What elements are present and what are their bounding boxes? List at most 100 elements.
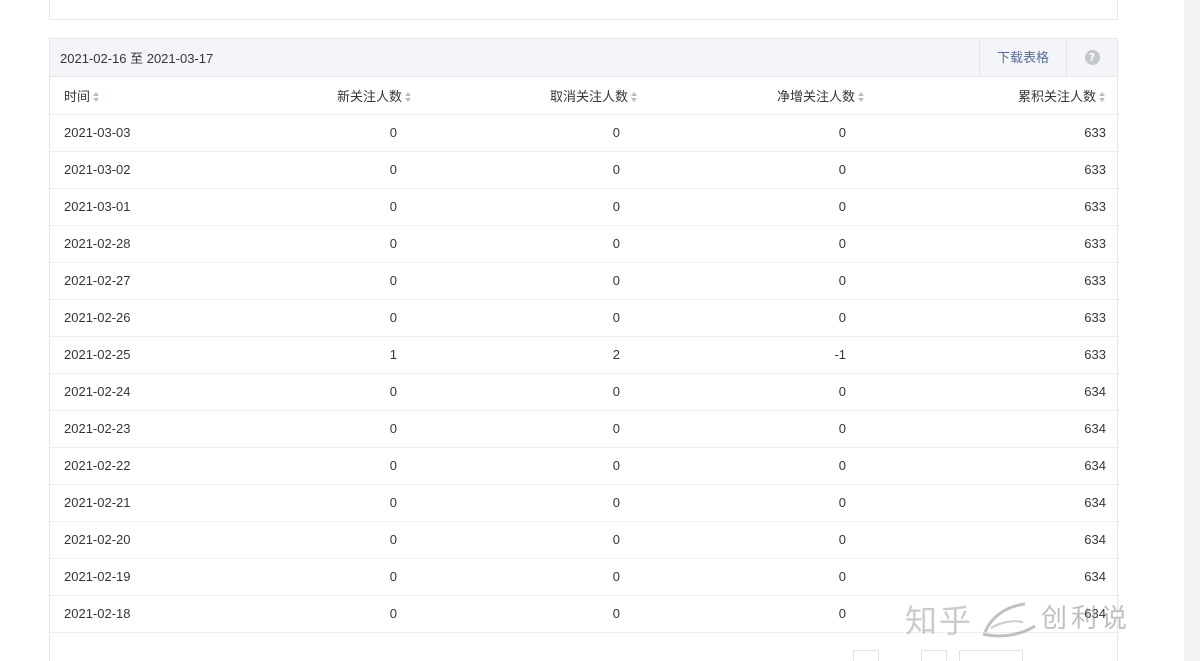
table-row: 2021-02-24 0 0 0 634: [50, 373, 1119, 411]
page: 2021-02-16 至 2021-03-17 下载表格 ? 时间 新关注人数 …: [0, 0, 1200, 661]
cell-net-follows: -1: [652, 336, 878, 374]
column-header-total-follows[interactable]: 累积关注人数: [878, 77, 1119, 115]
cell-net-follows: 0: [652, 447, 878, 485]
cell-date: 2021-03-02: [50, 151, 226, 189]
cell-new-follows: 0: [226, 225, 426, 263]
cell-unfollows: 0: [426, 188, 652, 226]
cell-unfollows: 0: [426, 410, 652, 448]
table-row: 2021-02-22 0 0 0 634: [50, 447, 1119, 485]
cell-new-follows: 0: [226, 373, 426, 411]
cell-unfollows: 0: [426, 484, 652, 522]
cell-net-follows: 0: [652, 114, 878, 152]
cell-total-follows: 633: [878, 225, 1119, 263]
cell-new-follows: 1: [226, 336, 426, 374]
cell-total-follows: 633: [878, 151, 1119, 189]
cell-new-follows: 0: [226, 151, 426, 189]
cell-new-follows: 0: [226, 484, 426, 522]
question-circle-icon[interactable]: ?: [1084, 50, 1100, 65]
table-row: 2021-03-01 0 0 0 633: [50, 188, 1119, 226]
cell-new-follows: 0: [226, 299, 426, 337]
pager-next-button[interactable]: [921, 650, 947, 661]
cell-date: 2021-02-23: [50, 410, 226, 448]
cell-net-follows: 0: [652, 151, 878, 189]
cell-new-follows: 0: [226, 262, 426, 300]
card-header: 2021-02-16 至 2021-03-17 下载表格 ?: [50, 39, 1117, 77]
cell-net-follows: 0: [652, 188, 878, 226]
cell-total-follows: 633: [878, 188, 1119, 226]
cell-total-follows: 634: [878, 521, 1119, 559]
table-row: 2021-02-20 0 0 0 634: [50, 521, 1119, 559]
cell-date: 2021-02-18: [50, 595, 226, 633]
cell-new-follows: 0: [226, 521, 426, 559]
cell-unfollows: 0: [426, 151, 652, 189]
cell-total-follows: 633: [878, 114, 1119, 152]
cell-net-follows: 0: [652, 373, 878, 411]
sort-icon[interactable]: [1099, 92, 1106, 103]
date-range-label: 2021-02-16 至 2021-03-17: [60, 51, 214, 66]
cell-net-follows: 0: [652, 262, 878, 300]
cell-unfollows: 0: [426, 114, 652, 152]
cell-total-follows: 634: [878, 373, 1119, 411]
column-header-new-follows[interactable]: 新关注人数: [226, 77, 426, 115]
pager-prev-button[interactable]: [853, 650, 879, 661]
cell-date: 2021-02-22: [50, 447, 226, 485]
previous-card-bottom: [49, 0, 1118, 20]
cell-unfollows: 0: [426, 262, 652, 300]
column-header-date[interactable]: 时间: [50, 77, 226, 115]
column-header-unfollows[interactable]: 取消关注人数: [426, 77, 652, 115]
sort-icon[interactable]: [858, 92, 865, 103]
help-button[interactable]: ?: [1067, 39, 1117, 76]
cell-net-follows: 0: [652, 410, 878, 448]
cell-total-follows: 633: [878, 262, 1119, 300]
cell-unfollows: 0: [426, 595, 652, 633]
cell-date: 2021-03-03: [50, 114, 226, 152]
cell-unfollows: 0: [426, 558, 652, 596]
cell-net-follows: 0: [652, 595, 878, 633]
download-table-button[interactable]: 下载表格: [978, 39, 1067, 76]
cell-date: 2021-02-24: [50, 373, 226, 411]
cell-new-follows: 0: [226, 188, 426, 226]
cell-total-follows: 634: [878, 595, 1119, 633]
cell-date: 2021-02-19: [50, 558, 226, 596]
cell-new-follows: 0: [226, 114, 426, 152]
table-row: 2021-02-18 0 0 0 634: [50, 595, 1119, 633]
cell-unfollows: 0: [426, 299, 652, 337]
cell-net-follows: 0: [652, 558, 878, 596]
cell-unfollows: 0: [426, 521, 652, 559]
cell-total-follows: 634: [878, 484, 1119, 522]
table-row: 2021-02-19 0 0 0 634: [50, 558, 1119, 596]
cell-net-follows: 0: [652, 521, 878, 559]
scrollbar-track[interactable]: [1184, 0, 1200, 661]
cell-date: 2021-03-01: [50, 188, 226, 226]
table-row: 2021-02-25 1 2 -1 633: [50, 336, 1119, 374]
cell-net-follows: 0: [652, 299, 878, 337]
cell-total-follows: 634: [878, 410, 1119, 448]
table-row: 2021-02-27 0 0 0 633: [50, 262, 1119, 300]
cell-net-follows: 0: [652, 484, 878, 522]
cell-date: 2021-02-26: [50, 299, 226, 337]
cell-date: 2021-02-27: [50, 262, 226, 300]
cell-unfollows: 0: [426, 225, 652, 263]
table-row: 2021-03-02 0 0 0 633: [50, 151, 1119, 189]
column-header-net-follows[interactable]: 净增关注人数: [652, 77, 878, 115]
pager-input[interactable]: [959, 650, 1023, 661]
sort-icon[interactable]: [631, 92, 638, 103]
cell-new-follows: 0: [226, 410, 426, 448]
table-row: 2021-02-23 0 0 0 634: [50, 410, 1119, 448]
table-row: 2021-02-28 0 0 0 633: [50, 225, 1119, 263]
cell-new-follows: 0: [226, 558, 426, 596]
sort-icon[interactable]: [405, 92, 412, 103]
cell-unfollows: 0: [426, 447, 652, 485]
cell-total-follows: 634: [878, 558, 1119, 596]
table-header-row: 时间 新关注人数 取消关注人数 净增关注人数 累积关注人数: [50, 77, 1119, 115]
fans-data-card: 2021-02-16 至 2021-03-17 下载表格 ? 时间 新关注人数 …: [49, 38, 1119, 661]
cell-net-follows: 0: [652, 225, 878, 263]
cell-new-follows: 0: [226, 447, 426, 485]
cell-total-follows: 633: [878, 299, 1119, 337]
cell-unfollows: 2: [426, 336, 652, 374]
cell-date: 2021-02-28: [50, 225, 226, 263]
cell-date: 2021-02-21: [50, 484, 226, 522]
table-row: 2021-02-26 0 0 0 633: [50, 299, 1119, 337]
sort-icon[interactable]: [93, 92, 100, 103]
table-body: 2021-03-03 0 0 0 633 2021-03-02 0 0 0 633 2021-03-…: [50, 114, 1119, 633]
